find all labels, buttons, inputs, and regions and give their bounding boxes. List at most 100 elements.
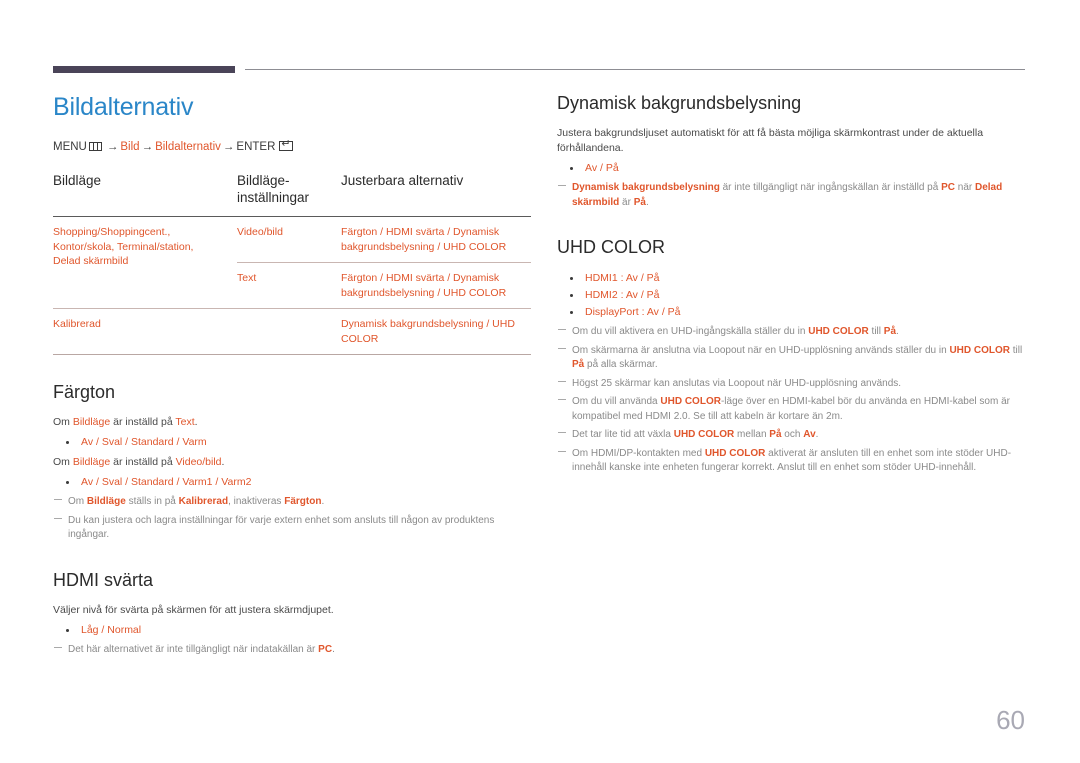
fargton-options-list-2: Av / Sval / Standard / Varm1 / Varm2 bbox=[53, 474, 531, 491]
fargton-c2-b: Bildläge bbox=[72, 456, 111, 468]
note-a: Om HDMI/DP-kontakten med bbox=[572, 447, 705, 459]
table-cell-options-videobild: Färgton / HDMI svärta / Dynamisk bakgrun… bbox=[341, 226, 507, 253]
fargton-c2-a: Om bbox=[53, 456, 73, 468]
table-header-row: Bildläge Bildläge-inställningar Justerba… bbox=[53, 172, 531, 217]
dynbacklight-description: Justera bakgrundsljuset automatiskt för … bbox=[557, 127, 984, 154]
note-a: Om bbox=[68, 496, 87, 507]
note-f: Färgton bbox=[284, 496, 322, 507]
note-h: . bbox=[645, 196, 649, 208]
section-heading-fargton: Färgton bbox=[53, 382, 116, 402]
note-b: UHD COLOR bbox=[808, 326, 869, 337]
table-cell-setting-empty bbox=[237, 308, 341, 355]
note-a: Det här alternativet är inte tillgänglig… bbox=[68, 643, 319, 655]
left-column: Bildalternativ MENU → Bild → Bildalternativ →… bbox=[53, 92, 531, 661]
note-a: Om du vill aktivera en UHD-ingångskälla … bbox=[572, 326, 809, 337]
breadcrumb-arrow-3: → bbox=[222, 141, 235, 153]
note-item: Om skärmarna är anslutna via Loopout när… bbox=[557, 344, 1027, 373]
hdmi-svarta-options-list: Låg / Normal bbox=[53, 622, 531, 639]
breadcrumb-arrow-1: → bbox=[106, 141, 119, 153]
list-item: HDMI1 : Av / På bbox=[557, 270, 1027, 287]
note-g: På bbox=[633, 196, 646, 208]
breadcrumb-item-bild: Bild bbox=[120, 141, 140, 153]
table-header-line-1: Bildläge- bbox=[237, 173, 290, 188]
note-b: UHD COLOR bbox=[704, 447, 766, 459]
note-item: Om du vill aktivera en UHD-ingångskälla … bbox=[557, 325, 1027, 340]
list-item: Låg / Normal bbox=[53, 622, 531, 639]
note-c: till bbox=[1010, 344, 1023, 356]
note-f: är bbox=[619, 196, 634, 208]
breadcrumb: MENU → Bild → Bildalternativ → ENTER bbox=[53, 138, 531, 154]
note-item: Du kan justera och lagra inställningar f… bbox=[53, 514, 531, 543]
fargton-c1-d: Text bbox=[175, 416, 195, 428]
note-e: på alla skärmar. bbox=[584, 359, 658, 370]
enter-key-icon bbox=[279, 138, 294, 151]
section-heading-hdmi-svarta: HDMI svärta bbox=[53, 569, 154, 590]
table-header-bildlage-installningar: Bildläge-inställningar bbox=[237, 172, 341, 217]
table-row: Kalibrerad Dynamisk bakgrundsbelysning /… bbox=[53, 308, 531, 355]
note-d: när bbox=[954, 182, 975, 193]
mode-line-1: Shopping/Shoppingcent., bbox=[53, 226, 171, 238]
table-header-justerbara-alternativ: Justerbara alternativ bbox=[341, 172, 531, 217]
fargton-c1-e: . bbox=[194, 416, 198, 428]
note-d: På bbox=[572, 359, 585, 370]
list-item: Av / Sval / Standard / Varm1 / Varm2 bbox=[53, 474, 531, 491]
breadcrumb-menu-label: MENU bbox=[53, 141, 87, 153]
page-number: 60 bbox=[996, 705, 1025, 735]
table-header-bildlage: Bildläge bbox=[53, 172, 237, 217]
fargton-c1-a: Om bbox=[53, 416, 73, 428]
note-item: Det här alternativet är inte tillgänglig… bbox=[53, 643, 531, 658]
mode-line-2: Kontor/skola, Terminal/station, bbox=[53, 240, 194, 253]
right-column: Dynamisk bakgrundsbelysning Justera bakg… bbox=[557, 92, 1027, 480]
dynbacklight-notes: Dynamisk bakgrundsbelysning är inte till… bbox=[557, 181, 1027, 210]
breadcrumb-enter-label: ENTER bbox=[236, 141, 276, 153]
list-item: HDMI2 : Av / På bbox=[557, 287, 1027, 304]
section-heading-dynamisk-bakgrundsbelysning: Dynamisk bakgrundsbelysning bbox=[557, 93, 802, 113]
table-cell-setting-text: Text bbox=[237, 262, 341, 309]
mode-line-3: Delad skärmbild bbox=[53, 255, 129, 267]
list-item: Av / På bbox=[557, 160, 1027, 177]
note-c: PC bbox=[941, 182, 955, 193]
note-e: . bbox=[896, 326, 899, 337]
fargton-condition-text-2: Om Bildläge är inställd på Video/bild. bbox=[53, 455, 531, 470]
note-item: Om du vill använda UHD COLOR-läge över e… bbox=[557, 395, 1027, 424]
fargton-c2-d: Video/bild bbox=[175, 456, 222, 468]
note-item: Högst 25 skärmar kan anslutas via Loopou… bbox=[557, 377, 1027, 392]
table-cell-options-text: Färgton / HDMI svärta / Dynamisk bakgrun… bbox=[341, 262, 531, 309]
table-row: Shopping/Shoppingcent., Kontor/skola, Te… bbox=[53, 217, 531, 267]
dynbacklight-options-list: Av / På bbox=[557, 160, 1027, 177]
note-a: Om skärmarna är anslutna via Loopout när… bbox=[572, 344, 950, 356]
note-c: mellan bbox=[734, 429, 770, 440]
menu-grid-icon bbox=[88, 142, 102, 151]
note-a: Det tar lite tid att växla bbox=[572, 429, 674, 440]
note-c: . bbox=[332, 643, 335, 655]
note-a: Dynamisk bakgrundsbelysning bbox=[572, 182, 720, 193]
header-thin-line bbox=[245, 69, 1025, 70]
list-item: Av / Sval / Standard / Varm bbox=[53, 434, 531, 451]
picture-options-table: Bildläge Bildläge-inställningar Justerba… bbox=[53, 172, 531, 355]
note-b: UHD COLOR bbox=[949, 344, 1010, 356]
table-cell-setting-videobild: Video/bild bbox=[237, 226, 283, 238]
fargton-options-list-1: Av / Sval / Standard / Varm bbox=[53, 434, 531, 451]
note-e: , inaktiveras bbox=[228, 496, 285, 507]
note-b: Bildläge bbox=[86, 496, 126, 507]
note-c: ställs in på bbox=[125, 496, 179, 507]
header-rule bbox=[53, 66, 1025, 74]
document-page: Bildalternativ MENU → Bild → Bildalternativ →… bbox=[0, 0, 1080, 763]
fargton-condition-text-1: Om Bildläge är inställd på Text. bbox=[53, 415, 531, 430]
fargton-c2-c: är inställd på bbox=[110, 456, 176, 468]
note-g: . bbox=[321, 496, 325, 507]
hdmi-svarta-description: Väljer nivå för svärta på skärmen för at… bbox=[53, 603, 334, 616]
note-e: och bbox=[781, 429, 804, 440]
section-heading-uhd-color: UHD COLOR bbox=[557, 237, 666, 257]
list-item: DisplayPort : Av / På bbox=[557, 304, 1027, 321]
note-b: UHD COLOR bbox=[660, 396, 721, 407]
note-d: På bbox=[769, 429, 782, 440]
page-title: Bildalternativ bbox=[53, 93, 194, 121]
header-accent-bar bbox=[53, 66, 235, 73]
fargton-c2-e: . bbox=[221, 456, 225, 468]
note-b: PC bbox=[318, 643, 333, 655]
note-g: . bbox=[815, 429, 819, 440]
note-d: På bbox=[883, 326, 897, 337]
table-cell-options-kalibrerad: Dynamisk bakgrundsbelysning / UHD COLOR bbox=[341, 308, 531, 355]
hdmi-svarta-notes: Det här alternativet är inte tillgänglig… bbox=[53, 643, 531, 658]
